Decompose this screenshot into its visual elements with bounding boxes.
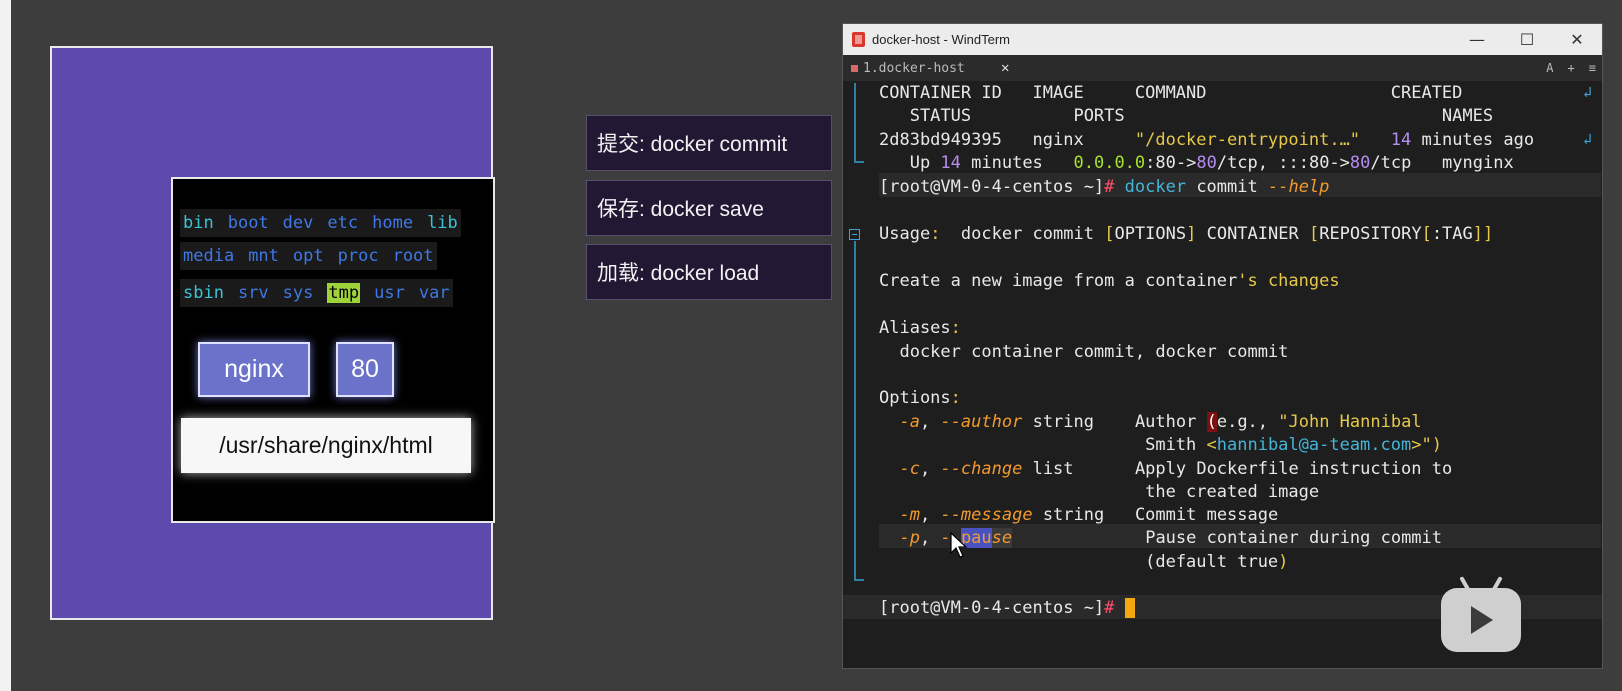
prompt-line: [root@VM-0-4-centos ~]# docker commit --… — [879, 177, 1330, 197]
menu-icon[interactable]: ≡ — [1589, 61, 1596, 75]
dir-item-highlighted: tmp — [327, 283, 361, 303]
dir-item: sbin — [183, 283, 224, 303]
options-label-line: Options: — [879, 388, 961, 408]
dir-item: dev — [282, 213, 314, 233]
aliases-line: docker container commit, docker commit — [879, 342, 1289, 362]
windterm-window: docker-host - WindTerm — ☐ ✕ 1.docker-ho… — [842, 23, 1603, 669]
option-change-line: -c, --change list Apply Dockerfile instr… — [899, 459, 1453, 479]
dir-item: lib — [427, 213, 458, 233]
tab-docker-host[interactable]: 1.docker-host ✕ — [851, 55, 1013, 81]
option-change-line-2: the created image — [879, 482, 1320, 502]
close-button[interactable]: ✕ — [1552, 24, 1602, 55]
port-box: 80 — [336, 342, 394, 397]
terminal-line: 2d83bd949395 nginx "/docker-entrypoint.…… — [879, 130, 1535, 150]
terminal-line: Up 14 minutes 0.0.0.0:80->80/tcp, :::80-… — [879, 153, 1514, 173]
option-pause-line-2: (default true) — [1145, 552, 1289, 572]
description-line: Create a new image from a container's ch… — [879, 271, 1340, 291]
dir-item: etc — [327, 213, 359, 233]
dir-item: home — [372, 213, 414, 233]
usage-line: Usage: docker commit [OPTIONS] CONTAINER… — [879, 224, 1494, 244]
terminal-output[interactable]: CONTAINER ID IMAGE COMMAND CREATED ↲ STA… — [843, 81, 1602, 668]
fold-guide — [854, 161, 864, 163]
dir-item: mnt — [248, 246, 279, 266]
fold-guide — [854, 83, 856, 163]
fold-guide — [854, 241, 856, 581]
terminal-cursor — [1124, 598, 1135, 618]
dir-item: sys — [282, 283, 314, 303]
diagram-panel: bin boot dev etc home lib media mnt opt proc root… — [50, 46, 495, 620]
commit-label: 提交: docker commit — [586, 115, 832, 171]
tab-label: 1.docker-host — [863, 60, 965, 76]
dir-item: srv — [237, 283, 269, 303]
dir-item: root — [392, 246, 434, 266]
dir-item: opt — [292, 246, 324, 266]
title-bar[interactable]: docker-host - WindTerm — ☐ ✕ — [843, 24, 1602, 55]
play-triangle-icon — [1471, 606, 1493, 634]
option-message-line: -m, --message string Commit message — [899, 505, 1279, 525]
terminal-line: CONTAINER ID IMAGE COMMAND CREATED — [879, 83, 1463, 103]
option-author-line-2: Smith <hannibal@a-team.com>") — [879, 435, 1442, 455]
dir-item: bin — [183, 213, 214, 233]
windterm-app-icon — [852, 32, 865, 47]
dir-row-3: sbin srv sys tmp usr var — [180, 279, 453, 307]
wrap-icon: ↲ — [1582, 83, 1592, 101]
new-tab-icon[interactable]: + — [1568, 61, 1575, 75]
aliases-label-line: Aliases: — [879, 318, 961, 338]
dir-row-1: bin boot dev etc home lib — [180, 209, 461, 237]
terminal-line: STATUS PORTS NAMES — [879, 106, 1494, 126]
fold-guide — [854, 579, 864, 581]
mouse-pointer-icon — [950, 531, 968, 558]
font-icon[interactable]: A — [1546, 61, 1553, 75]
save-label: 保存: docker save — [586, 180, 832, 236]
wrap-icon: ↲ — [1582, 130, 1592, 148]
dir-item: var — [418, 283, 450, 303]
tab-bar: 1.docker-host ✕ A + ≡ — [843, 55, 1602, 81]
load-label: 加载: docker load — [586, 244, 832, 300]
video-play-icon[interactable] — [1441, 588, 1521, 652]
tab-status-icon — [851, 64, 858, 72]
tab-close-icon[interactable]: ✕ — [1001, 60, 1009, 76]
dir-row-2: media mnt opt proc root — [180, 242, 437, 270]
window-title: docker-host - WindTerm — [872, 32, 1010, 47]
prompt-line: [root@VM-0-4-centos ~]# — [879, 596, 1135, 620]
left-edge-strip — [0, 0, 11, 691]
fold-collapse-icon[interactable] — [849, 229, 860, 240]
dir-item: proc — [337, 246, 379, 266]
dir-item: boot — [227, 213, 269, 233]
maximize-button[interactable]: ☐ — [1502, 24, 1552, 55]
path-box: /usr/share/nginx/html — [181, 418, 471, 473]
dir-item: media — [183, 246, 235, 266]
container-image-box: bin boot dev etc home lib media mnt opt proc root… — [171, 177, 495, 523]
nginx-box: nginx — [198, 342, 310, 397]
dir-item: usr — [374, 283, 405, 303]
option-author-line: -a, --author string Author (e.g., "John … — [899, 412, 1422, 432]
minimize-button[interactable]: — — [1452, 24, 1502, 55]
